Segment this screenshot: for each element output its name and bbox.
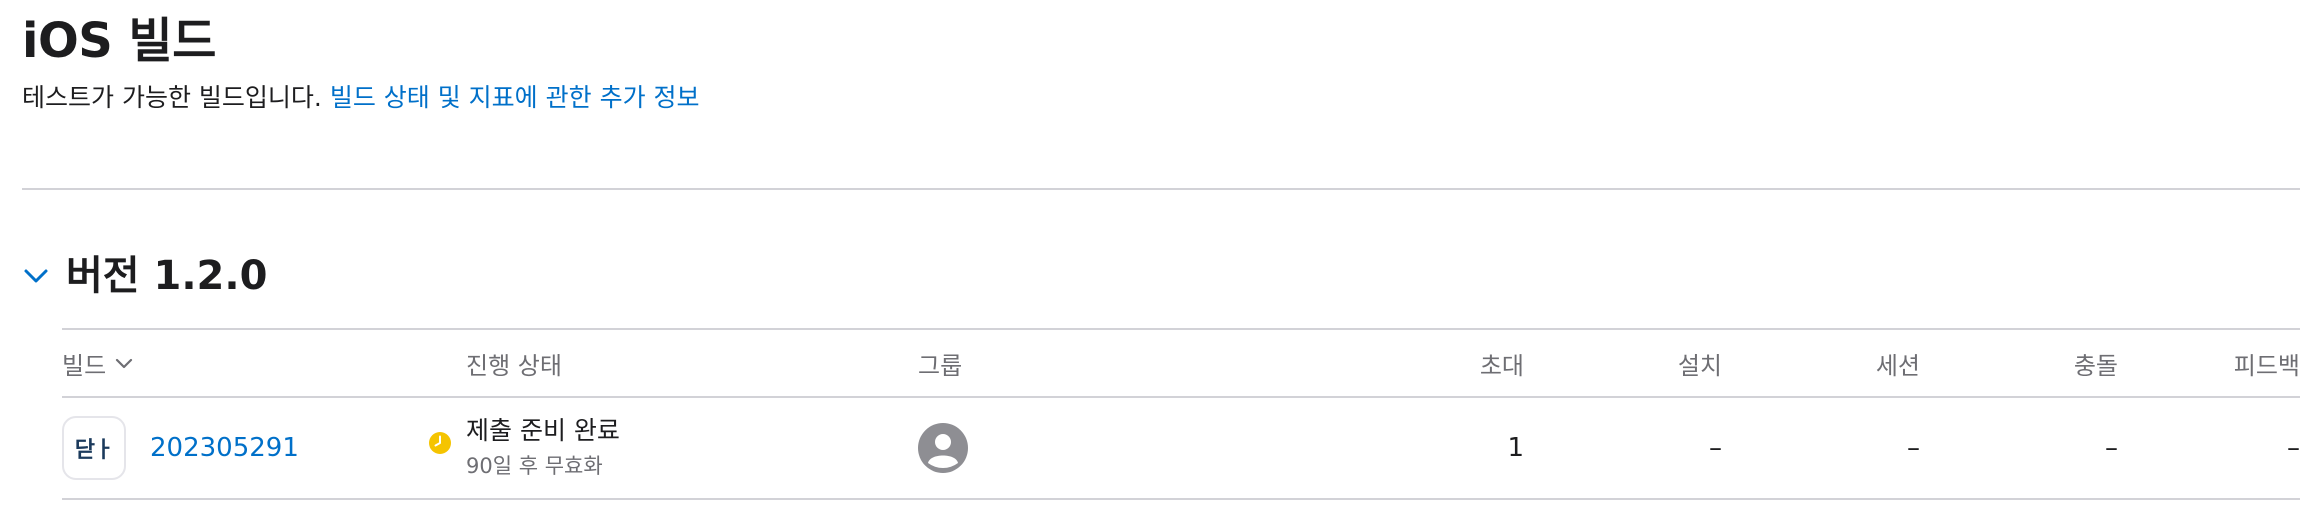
sessions-value: – [1907, 433, 1920, 463]
chevron-down-icon [116, 358, 133, 369]
crashes-value: – [2105, 433, 2118, 463]
table-row[interactable]: 닫ㅏ 202305291 제출 준비 완료 90일 후 무효화 1 – – – … [62, 398, 2300, 498]
page-description-text: 테스트가 가능한 빌드입니다. [22, 83, 322, 112]
column-header-group: 그룹 [918, 351, 963, 380]
column-header-status: 진행 상태 [466, 351, 562, 380]
chevron-down-icon[interactable] [22, 262, 50, 290]
version-title: 버전 1.2.0 [66, 253, 268, 299]
build-status-info-link[interactable]: 빌드 상태 및 지표에 관한 추가 정보 [330, 83, 700, 112]
table-header-row: 빌드 진행 상태 그룹 초대 설치 세션 충돌 피드백 [62, 330, 2300, 396]
page-title: iOS 빌드 [22, 13, 216, 69]
build-number-link[interactable]: 202305291 [150, 433, 299, 463]
column-header-build-label: 빌드 [62, 351, 107, 380]
status-cell: 제출 준비 완료 90일 후 무효화 [429, 398, 620, 498]
invites-value: 1 [1507, 433, 1524, 463]
table-bottom-divider [62, 498, 2300, 500]
app-icon: 닫ㅏ [62, 416, 126, 480]
column-header-installs: 설치 [1677, 351, 1722, 380]
page-description: 테스트가 가능한 빌드입니다. 빌드 상태 및 지표에 관한 추가 정보 [22, 78, 700, 118]
sort-by-build-button[interactable]: 빌드 [62, 346, 134, 381]
group-cell [918, 398, 968, 498]
column-header-invites: 초대 [1479, 351, 1524, 380]
builds-table: 빌드 진행 상태 그룹 초대 설치 세션 충돌 피드백 닫ㅏ 202305291 [62, 328, 2300, 500]
column-header-sessions: 세션 [1875, 351, 1920, 380]
header-divider [22, 188, 2300, 190]
status-label: 제출 준비 완료 [466, 416, 620, 445]
version-section-header[interactable]: 버전 1.2.0 [22, 248, 267, 304]
column-header-feedback: 피드백 [2233, 351, 2300, 380]
column-header-build: 빌드 [62, 330, 134, 396]
app-icon-text: 닫ㅏ [74, 438, 114, 463]
column-header-crashes: 충돌 [2073, 351, 2118, 380]
status-block: 제출 준비 완료 90일 후 무효화 [429, 413, 620, 483]
person-icon[interactable] [918, 423, 968, 473]
installs-value: – [1709, 433, 1722, 463]
feedback-value: – [2287, 433, 2300, 463]
build-cell: 닫ㅏ 202305291 [62, 398, 299, 498]
expiry-label: 90일 후 무효화 [466, 454, 603, 478]
clock-icon [429, 432, 451, 454]
